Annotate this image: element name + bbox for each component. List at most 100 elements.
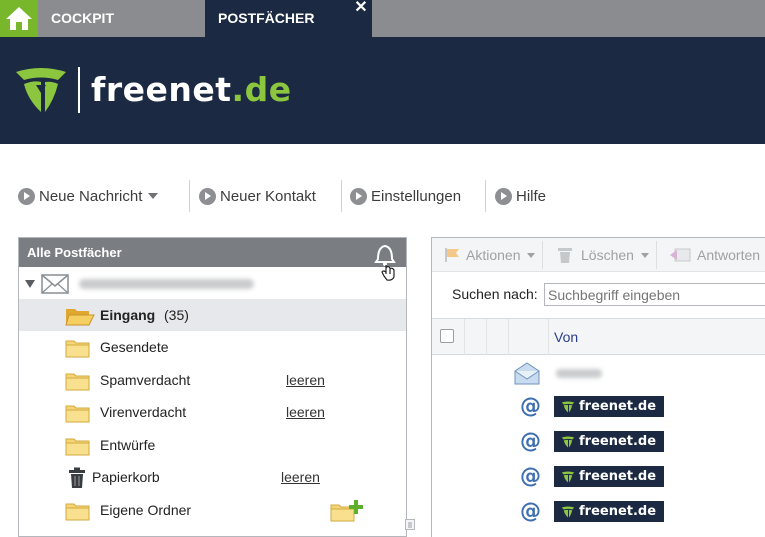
folder-panel: Alle Postfächer Eingang (35) Gesendete S…: [18, 237, 407, 537]
sender-freenet-badge: freenet.de: [554, 501, 664, 522]
actions-button[interactable]: Aktionen: [444, 238, 536, 272]
sender-freenet-badge: freenet.de: [554, 466, 664, 487]
folder-eingang[interactable]: Eingang (35): [19, 299, 406, 331]
help-button[interactable]: Hilfe: [495, 178, 546, 214]
account-email: [79, 279, 254, 289]
chevron-down-icon: [640, 252, 649, 258]
tab-cockpit[interactable]: COCKPIT: [38, 0, 205, 37]
play-icon: [350, 187, 367, 205]
folder-entwuerfe[interactable]: Entwürfe: [19, 429, 406, 461]
empty-folder-link[interactable]: leeren: [286, 372, 325, 388]
mail-row[interactable]: @ freenet.de: [432, 390, 765, 425]
folder-name: Virenverdacht: [100, 404, 187, 420]
search-input[interactable]: [544, 283, 765, 306]
at-sign-icon: @: [520, 394, 541, 418]
delete-button[interactable]: Löschen: [557, 238, 649, 272]
delete-label: Löschen: [581, 247, 634, 263]
play-icon: [18, 187, 35, 205]
new-contact-label: Neuer Kontakt: [220, 187, 316, 205]
trash-icon: [69, 467, 85, 488]
sender-label: freenet.de: [579, 399, 657, 414]
mail-list-header: Von: [432, 318, 765, 355]
envelope-icon: [41, 274, 69, 294]
account-row[interactable]: [19, 268, 406, 300]
freenet-logo-icon: [561, 506, 575, 517]
toolbar-divider: [189, 180, 190, 212]
reply-icon: [670, 248, 691, 262]
freenet-logo-icon: [561, 436, 575, 447]
folder-icon: [65, 438, 90, 456]
toolbar-divider: [656, 241, 657, 269]
empty-folder-link[interactable]: leeren: [286, 404, 325, 420]
settings-button[interactable]: Einstellungen: [350, 178, 461, 214]
tab-bar: COCKPIT POSTFÄCHER ✕: [0, 0, 765, 37]
play-icon: [199, 187, 216, 205]
sender-label: freenet.de: [579, 504, 657, 519]
home-icon: [6, 7, 32, 30]
new-message-button[interactable]: Neue Nachricht: [18, 178, 159, 214]
home-button[interactable]: [0, 0, 38, 37]
envelope-open-icon: [514, 362, 540, 385]
sender-freenet-badge: freenet.de: [554, 431, 664, 452]
select-all-checkbox[interactable]: [440, 329, 454, 343]
chevron-down-icon[interactable]: [148, 193, 159, 199]
play-icon: [495, 187, 512, 205]
at-sign-icon: @: [520, 464, 541, 488]
tab-postfaecher-label: POSTFÄCHER: [218, 10, 315, 26]
folder-spamverdacht[interactable]: Spamverdacht leeren: [19, 364, 406, 396]
column-divider: [464, 319, 465, 355]
freenet-logo-icon: [561, 401, 575, 412]
column-divider: [508, 319, 509, 355]
folder-virenverdacht[interactable]: Virenverdacht leeren: [19, 396, 406, 428]
folder-name: Eigene Ordner: [100, 502, 192, 518]
add-folder-icon[interactable]: [330, 499, 364, 523]
folder-icon: [65, 405, 90, 423]
folder-icon: [65, 373, 90, 391]
resize-grip-icon[interactable]: [405, 519, 415, 530]
empty-folder-link[interactable]: leeren: [281, 469, 320, 485]
actions-label: Aktionen: [466, 247, 521, 263]
open-folder-icon: [65, 309, 95, 326]
app-header: freenet.de: [0, 37, 765, 144]
freenet-logo-icon: [16, 68, 66, 112]
folder-panel-title: Alle Postfächer: [27, 245, 122, 260]
folder-name: Entwürfe: [100, 437, 156, 453]
search-label: Suchen nach:: [452, 286, 538, 302]
toolbar-divider: [485, 180, 486, 212]
folder-name: Papierkorb: [92, 469, 160, 485]
settings-label: Einstellungen: [371, 187, 462, 205]
new-message-label: Neue Nachricht: [39, 187, 143, 205]
sender-label: freenet.de: [579, 469, 657, 484]
close-tab-icon[interactable]: ✕: [353, 0, 369, 16]
sender-label: freenet.de: [579, 434, 657, 449]
sender-name: [556, 369, 602, 378]
folder-name: Gesendete: [100, 339, 169, 355]
freenet-logo-icon: [561, 471, 575, 482]
folder-icon: [65, 503, 90, 521]
mail-row[interactable]: [432, 356, 765, 391]
tab-postfaecher[interactable]: POSTFÄCHER: [205, 0, 372, 37]
unread-count: (35): [164, 307, 189, 323]
folder-gesendete[interactable]: Gesendete: [19, 331, 406, 363]
mail-row[interactable]: @ freenet.de: [432, 425, 765, 460]
reply-button[interactable]: Antworten: [669, 238, 760, 272]
column-header-from[interactable]: Von: [554, 329, 578, 345]
column-divider: [548, 319, 549, 355]
flag-icon: [445, 248, 459, 262]
folder-papierkorb[interactable]: Papierkorb leeren: [19, 461, 406, 493]
at-sign-icon: @: [520, 499, 541, 523]
folder-name: Spamverdacht: [100, 372, 191, 388]
expand-triangle-icon[interactable]: [25, 280, 35, 288]
help-label: Hilfe: [516, 187, 547, 205]
folder-name: Eingang: [100, 307, 156, 323]
mail-row[interactable]: @ freenet.de: [432, 495, 765, 530]
toolbar-divider: [341, 180, 342, 212]
main-toolbar: Neue Nachricht Neuer Kontakt Einstellung…: [0, 178, 765, 214]
reply-label: Antworten: [697, 247, 761, 263]
chevron-down-icon: [527, 252, 536, 258]
mail-row[interactable]: @ freenet.de: [432, 460, 765, 495]
folder-panel-header: Alle Postfächer: [19, 238, 406, 267]
new-contact-button[interactable]: Neuer Kontakt: [199, 178, 316, 214]
column-divider: [486, 319, 487, 355]
folder-eigene-ordner[interactable]: Eigene Ordner: [19, 494, 406, 526]
